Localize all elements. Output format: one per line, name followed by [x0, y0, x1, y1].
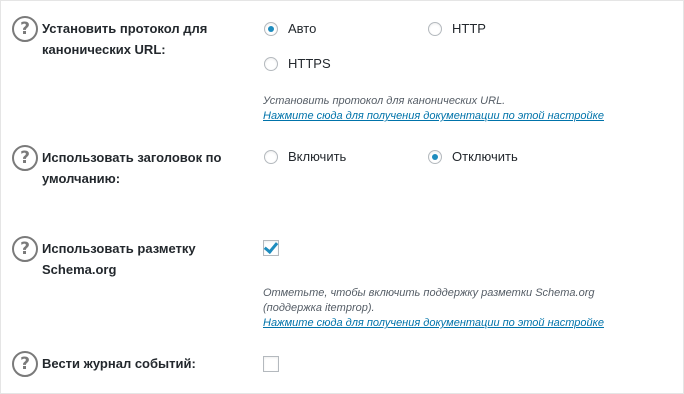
setting-description: Установить протокол для канонических URL…: [263, 94, 663, 124]
setting-label: Вести журнал событий:: [42, 356, 196, 371]
radio-button[interactable]: [428, 149, 442, 164]
radio-option-disable[interactable]: Отключить: [428, 149, 518, 164]
radio-label: HTTPS: [288, 56, 331, 71]
setting-description: Отметьте, чтобы включить поддержку разме…: [263, 286, 643, 331]
radio-label: HTTP: [452, 21, 486, 36]
radio-option-auto[interactable]: Авто: [264, 21, 316, 36]
radio-option-https[interactable]: HTTPS: [264, 56, 331, 71]
schema-org-checkbox[interactable]: [263, 238, 279, 256]
help-icon[interactable]: ?: [12, 351, 38, 377]
radio-label: Авто: [288, 21, 317, 36]
help-icon[interactable]: ?: [12, 236, 38, 262]
setting-label: Установить протокол для канонических URL…: [42, 21, 208, 57]
setting-label: Использовать разметку Schema.org: [42, 241, 196, 277]
documentation-link[interactable]: Нажмите сюда для получения документации …: [263, 109, 663, 124]
help-icon[interactable]: ?: [12, 145, 38, 171]
radio-label: Отключить: [452, 149, 518, 164]
setting-label: Использовать заголовок по умолчанию:: [42, 150, 222, 186]
radio-option-enable[interactable]: Включить: [264, 149, 346, 164]
radio-button[interactable]: [264, 56, 278, 71]
description-text: Установить протокол для канонических URL…: [263, 95, 506, 107]
radio-label: Включить: [288, 149, 347, 164]
radio-button[interactable]: [264, 149, 278, 164]
radio-button[interactable]: [428, 21, 442, 36]
checkmark-icon: [263, 238, 279, 255]
documentation-link[interactable]: Нажмите сюда для получения документации …: [263, 316, 643, 331]
radio-option-http[interactable]: HTTP: [428, 21, 486, 36]
description-text: Отметьте, чтобы включить поддержку разме…: [263, 287, 595, 314]
settings-panel: ? Установить протокол для канонических U…: [0, 0, 684, 394]
help-icon[interactable]: ?: [12, 16, 38, 42]
radio-button[interactable]: [264, 21, 278, 36]
event-log-checkbox[interactable]: [263, 356, 279, 372]
